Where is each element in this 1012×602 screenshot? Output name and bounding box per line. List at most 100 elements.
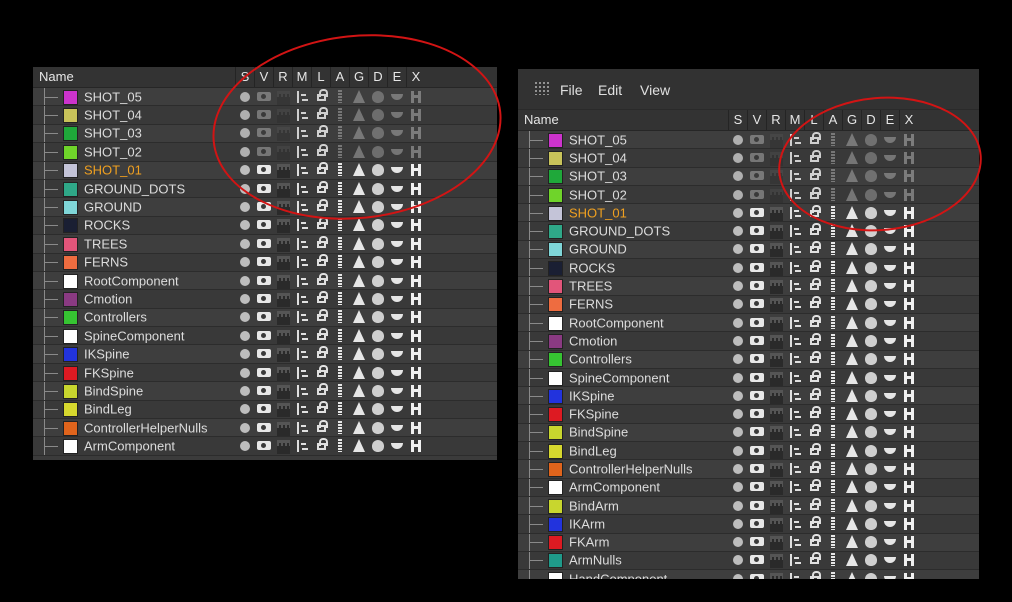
- expression-icon[interactable]: [391, 351, 403, 358]
- deformer-icon[interactable]: [372, 256, 384, 269]
- render-clapper-icon[interactable]: [276, 145, 290, 160]
- manipulate-icon[interactable]: [789, 389, 803, 402]
- column-header-m[interactable]: M: [787, 112, 803, 127]
- visibility-eye-icon[interactable]: [750, 226, 764, 236]
- render-clapper-icon[interactable]: [769, 206, 783, 221]
- xref-icon[interactable]: [904, 225, 914, 238]
- solo-dot-icon[interactable]: [240, 128, 250, 139]
- solo-dot-icon[interactable]: [240, 330, 250, 341]
- xref-icon[interactable]: [904, 334, 914, 347]
- lock-icon[interactable]: [316, 364, 328, 377]
- xref-icon[interactable]: [411, 182, 421, 195]
- layer-row[interactable]: SHOT_01: [33, 161, 497, 180]
- solo-dot-icon[interactable]: [733, 262, 743, 273]
- render-clapper-icon[interactable]: [769, 499, 783, 514]
- layer-name[interactable]: GROUND: [569, 242, 627, 257]
- generator-icon[interactable]: [353, 218, 365, 232]
- generator-icon[interactable]: [846, 187, 858, 201]
- lock-icon[interactable]: [809, 497, 821, 510]
- manipulate-icon[interactable]: [789, 353, 803, 366]
- xref-icon[interactable]: [904, 188, 914, 201]
- layer-color-swatch[interactable]: [548, 260, 563, 276]
- visibility-eye-icon[interactable]: [750, 152, 764, 162]
- animation-icon[interactable]: [831, 224, 835, 238]
- deformer-icon[interactable]: [865, 517, 877, 530]
- render-clapper-icon[interactable]: [769, 188, 783, 203]
- layer-color-swatch[interactable]: [548, 425, 563, 441]
- visibility-eye-icon[interactable]: [257, 183, 271, 193]
- layer-color-swatch[interactable]: [63, 328, 78, 344]
- lock-icon[interactable]: [809, 186, 821, 199]
- manipulate-icon[interactable]: [789, 408, 803, 421]
- visibility-eye-icon[interactable]: [750, 189, 764, 199]
- column-header-d[interactable]: D: [370, 69, 386, 84]
- generator-icon[interactable]: [846, 224, 858, 238]
- layer-row[interactable]: SHOT_05: [33, 88, 497, 107]
- deformer-icon[interactable]: [865, 133, 877, 146]
- expression-icon[interactable]: [884, 465, 896, 472]
- solo-dot-icon[interactable]: [240, 257, 250, 268]
- visibility-eye-icon[interactable]: [750, 134, 764, 144]
- animation-icon[interactable]: [831, 169, 835, 183]
- layer-name[interactable]: ROCKS: [84, 218, 130, 233]
- generator-icon[interactable]: [353, 347, 365, 361]
- solo-dot-icon[interactable]: [240, 238, 250, 249]
- render-clapper-icon[interactable]: [276, 421, 290, 436]
- manipulate-icon[interactable]: [296, 274, 310, 287]
- lock-icon[interactable]: [316, 217, 328, 230]
- generator-icon[interactable]: [846, 571, 858, 579]
- layer-name[interactable]: IKSpine: [569, 388, 615, 403]
- layer-row[interactable]: FKSpine: [518, 405, 979, 424]
- animation-icon[interactable]: [338, 108, 342, 122]
- generator-icon[interactable]: [846, 425, 858, 439]
- lock-icon[interactable]: [809, 387, 821, 400]
- expression-icon[interactable]: [391, 332, 403, 339]
- layer-name[interactable]: SpineComponent: [84, 328, 184, 343]
- layer-name[interactable]: TREES: [84, 236, 127, 251]
- layer-row[interactable]: SHOT_03: [518, 167, 979, 186]
- layer-row[interactable]: GROUND: [518, 240, 979, 260]
- render-clapper-icon[interactable]: [276, 292, 290, 307]
- solo-dot-icon[interactable]: [733, 372, 743, 383]
- solo-dot-icon[interactable]: [733, 390, 743, 401]
- animation-icon[interactable]: [338, 144, 342, 158]
- layer-color-swatch[interactable]: [63, 420, 78, 436]
- render-clapper-icon[interactable]: [769, 408, 783, 423]
- layer-row[interactable]: BindArm: [518, 496, 979, 516]
- visibility-eye-icon[interactable]: [257, 404, 271, 414]
- column-header-m[interactable]: M: [294, 69, 310, 84]
- lock-icon[interactable]: [809, 223, 821, 236]
- column-header-l[interactable]: L: [313, 69, 329, 84]
- solo-dot-icon[interactable]: [733, 555, 743, 566]
- visibility-eye-icon[interactable]: [750, 555, 764, 565]
- solo-dot-icon[interactable]: [733, 518, 743, 529]
- layer-color-swatch[interactable]: [548, 132, 563, 148]
- lock-icon[interactable]: [316, 290, 328, 303]
- layer-name[interactable]: FKArm: [569, 535, 609, 550]
- animation-icon[interactable]: [338, 163, 342, 177]
- solo-dot-icon[interactable]: [733, 152, 743, 163]
- render-clapper-icon[interactable]: [769, 243, 783, 258]
- render-clapper-icon[interactable]: [769, 133, 783, 148]
- column-header-name[interactable]: Name: [524, 112, 559, 127]
- xref-icon[interactable]: [904, 554, 914, 567]
- visibility-eye-icon[interactable]: [750, 463, 764, 473]
- layer-row[interactable]: Controllers: [33, 308, 497, 328]
- lock-icon[interactable]: [809, 351, 821, 364]
- layer-row[interactable]: FERNS: [33, 253, 497, 272]
- layer-name[interactable]: SHOT_03: [569, 169, 627, 184]
- layer-color-swatch[interactable]: [548, 169, 563, 185]
- layer-name[interactable]: GROUND: [84, 200, 142, 215]
- manipulate-icon[interactable]: [296, 90, 310, 103]
- expression-icon[interactable]: [391, 222, 403, 229]
- render-clapper-icon[interactable]: [276, 274, 290, 289]
- xref-icon[interactable]: [411, 274, 421, 287]
- xref-icon[interactable]: [904, 408, 914, 421]
- visibility-eye-icon[interactable]: [257, 367, 271, 377]
- deformer-icon[interactable]: [372, 90, 384, 103]
- layer-name[interactable]: ControllerHelperNulls: [84, 420, 208, 435]
- animation-icon[interactable]: [831, 260, 835, 274]
- solo-dot-icon[interactable]: [733, 171, 743, 182]
- visibility-eye-icon[interactable]: [257, 220, 271, 230]
- layer-color-swatch[interactable]: [548, 187, 563, 203]
